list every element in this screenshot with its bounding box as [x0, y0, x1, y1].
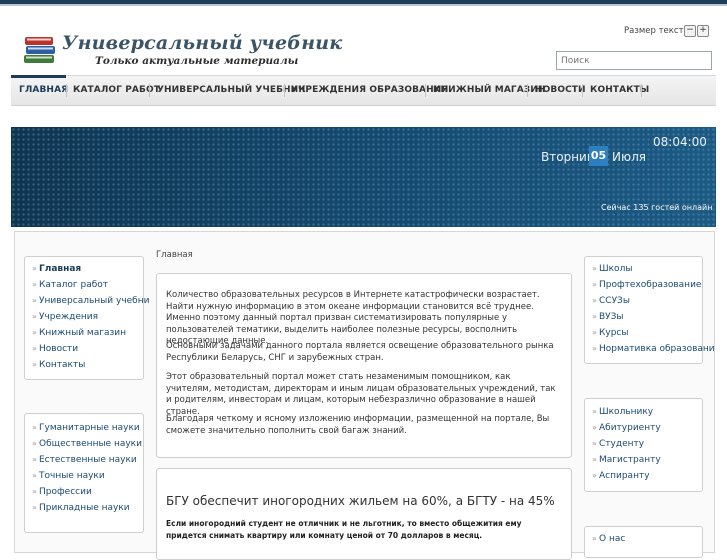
news-lead: Если иногородний студент не отличник и н… — [166, 519, 522, 540]
bullet-icon: » — [32, 296, 37, 305]
left-menu-item-catalog[interactable]: Каталог работ — [39, 280, 108, 290]
bullet-icon: » — [32, 312, 37, 321]
left-menu-item-institutions[interactable]: Учреждения — [39, 312, 98, 322]
bullet-icon: » — [32, 280, 37, 289]
bullet-icon: » — [32, 344, 37, 353]
bullet-icon: » — [32, 455, 37, 464]
left-menu-item-news[interactable]: Новости — [39, 344, 78, 354]
text-larger-button[interactable]: + — [697, 25, 709, 37]
audience-student[interactable]: Студенту — [599, 439, 644, 449]
books-logo-icon[interactable] — [22, 33, 58, 67]
bullet-icon: » — [592, 344, 597, 353]
menu-divider — [641, 84, 642, 97]
menu-divider — [284, 84, 285, 97]
header-banner — [11, 127, 716, 227]
institution-universities[interactable]: ВУЗы — [599, 312, 624, 322]
subject-humanities[interactable]: Гуманитарные науки — [39, 423, 140, 433]
bullet-icon: » — [32, 503, 37, 512]
left-menu-item-home[interactable]: Главная — [39, 264, 81, 274]
bullet-icon: » — [592, 423, 597, 432]
text-smaller-button[interactable]: − — [684, 25, 696, 37]
menu-active-indicator — [11, 75, 66, 78]
clock-time: 08:04:00 — [653, 135, 707, 149]
menu-divider — [527, 84, 528, 97]
bullet-icon: » — [592, 312, 597, 321]
bullet-icon: » — [32, 328, 37, 337]
menu-item-home[interactable]: ГЛАВНАЯ — [19, 85, 68, 95]
audience-applicant[interactable]: Абитуриенту — [599, 423, 661, 433]
institution-vocational[interactable]: Профтехобразование — [599, 280, 701, 290]
bullet-icon: » — [592, 264, 597, 273]
bullet-icon: » — [32, 264, 37, 273]
left-menu-item-contacts[interactable]: Контакты — [39, 360, 85, 370]
left-menu-item-bookstore[interactable]: Книжный магазин — [39, 328, 126, 338]
site-subtitle: Только актуальные материалы — [95, 55, 299, 67]
intro-paragraph-4: Благодаря четкому и ясному изложению инф… — [166, 414, 550, 436]
month: Июля — [612, 150, 646, 164]
audience-master[interactable]: Магистранту — [599, 455, 661, 465]
bullet-icon: » — [32, 423, 37, 432]
intro-paragraph-1: Количество образовательных ресурсов в Ин… — [166, 290, 540, 346]
bullet-icon: » — [32, 471, 37, 480]
menu-divider — [66, 84, 67, 97]
bullet-icon: » — [592, 280, 597, 289]
bullet-icon: » — [592, 439, 597, 448]
bullet-icon: » — [32, 439, 37, 448]
bullet-icon: » — [592, 471, 597, 480]
news-article-box — [156, 468, 572, 560]
bullet-icon: » — [592, 534, 597, 543]
left-menu-item-textbook[interactable]: Универсальный учебни — [39, 296, 149, 306]
world-map-pattern — [11, 127, 716, 227]
search-input[interactable] — [556, 51, 712, 70]
institution-schools[interactable]: Школы — [599, 264, 632, 274]
text-size-label: Размер текста — [624, 26, 689, 36]
menu-item-bookstore[interactable]: КНИЖНЫЙ МАГАЗИН — [433, 85, 546, 95]
audience-schoolchild[interactable]: Школьнику — [599, 407, 653, 417]
bullet-icon: » — [32, 360, 37, 369]
day-number: 05 — [589, 146, 608, 166]
bullet-icon: » — [592, 407, 597, 416]
bullet-icon: » — [592, 455, 597, 464]
intro-paragraph-2: Основными задачами данного портала являе… — [166, 341, 554, 363]
subject-social[interactable]: Общественные науки — [39, 439, 142, 449]
bullet-icon: » — [32, 487, 37, 496]
subject-applied[interactable]: Прикладные науки — [39, 503, 130, 513]
intro-paragraph-3: Этот образовательный портал может стать … — [166, 372, 556, 417]
menu-item-news[interactable]: НОВОСТИ — [535, 85, 586, 95]
weekday: Вторник — [541, 150, 595, 164]
subject-natural[interactable]: Естественные науки — [39, 455, 137, 465]
subject-exact[interactable]: Точные науки — [39, 471, 105, 481]
menu-divider — [149, 84, 150, 97]
news-title[interactable]: БГУ обеспечит иногородних жильем на 60%,… — [166, 494, 555, 508]
top-border-light — [0, 4, 727, 6]
institution-regulations[interactable]: Нормативка образовани — [599, 344, 715, 354]
menu-divider — [582, 84, 583, 97]
about-us-link[interactable]: О нас — [599, 534, 625, 544]
breadcrumb: Главная — [156, 250, 193, 260]
site-title[interactable]: Универсальный учебник — [62, 32, 342, 54]
menu-item-catalog[interactable]: КАТАЛОГ РАБОТ — [73, 85, 160, 95]
audience-postgraduate[interactable]: Аспиранту — [599, 471, 650, 481]
bullet-icon: » — [592, 296, 597, 305]
institution-colleges[interactable]: ССУЗы — [599, 296, 630, 306]
subject-professions[interactable]: Профессии — [39, 487, 92, 497]
menu-divider — [425, 84, 426, 97]
institution-courses[interactable]: Курсы — [599, 328, 628, 338]
bullet-icon: » — [592, 328, 597, 337]
online-counter: Сейчас 135 гостей онлайн — [601, 203, 713, 212]
